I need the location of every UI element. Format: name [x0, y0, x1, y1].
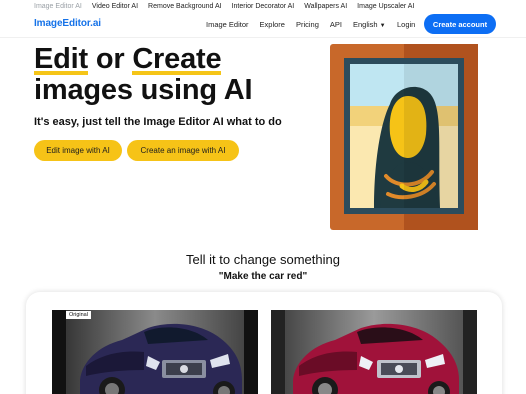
hero-title-word-edit: Edit: [34, 43, 88, 75]
hero-subtitle: It's easy, just tell the Image Editor AI…: [34, 116, 282, 128]
login-link[interactable]: Login: [397, 20, 415, 29]
product-link-wallpapers[interactable]: Wallpapers AI: [304, 3, 347, 10]
caret-down-icon: ▼: [379, 23, 386, 29]
demo-prompt: "Make the car red": [218, 271, 308, 282]
product-link-video-editor[interactable]: Video Editor AI: [92, 3, 138, 10]
product-link-image-upscaler[interactable]: Image Upscaler AI: [357, 3, 414, 10]
edited-red-car-image: [271, 310, 477, 394]
product-link-remove-background[interactable]: Remove Background AI: [148, 3, 222, 10]
hero-title-or: or: [87, 43, 133, 75]
original-car-image: [52, 310, 258, 394]
language-label: English: [353, 20, 378, 29]
nav-link-api[interactable]: API: [330, 20, 342, 29]
edit-image-button[interactable]: Edit image with AI: [34, 140, 122, 161]
product-link-interior-decorator[interactable]: Interior Decorator AI: [232, 3, 295, 10]
create-account-button[interactable]: Create account: [424, 14, 496, 34]
original-badge: Original: [66, 311, 91, 319]
create-image-button[interactable]: Create an image with AI: [127, 140, 239, 161]
language-selector[interactable]: English ▼: [353, 20, 386, 29]
hero-title-line2: images using AI: [34, 74, 253, 106]
product-links-bar: Image Editor AI Video Editor AI Remove B…: [0, 0, 526, 12]
nav-links: Image Editor Explore Pricing API English…: [206, 20, 386, 29]
nav-link-pricing[interactable]: Pricing: [296, 20, 319, 29]
product-link-image-editor[interactable]: Image Editor AI: [34, 3, 82, 10]
main-navbar: ImageEditor.ai Image Editor Explore Pric…: [0, 12, 526, 38]
hero-title-word-create: Create: [132, 43, 222, 75]
nav-link-image-editor[interactable]: Image Editor: [206, 20, 249, 29]
nav-link-explore[interactable]: Explore: [260, 20, 285, 29]
demo-heading: Tell it to change something: [186, 252, 340, 267]
hero-title: Edit or Create images using AI: [34, 43, 253, 106]
site-logo[interactable]: ImageEditor.ai: [34, 18, 101, 29]
mona-lisa-illustration: [330, 44, 478, 230]
